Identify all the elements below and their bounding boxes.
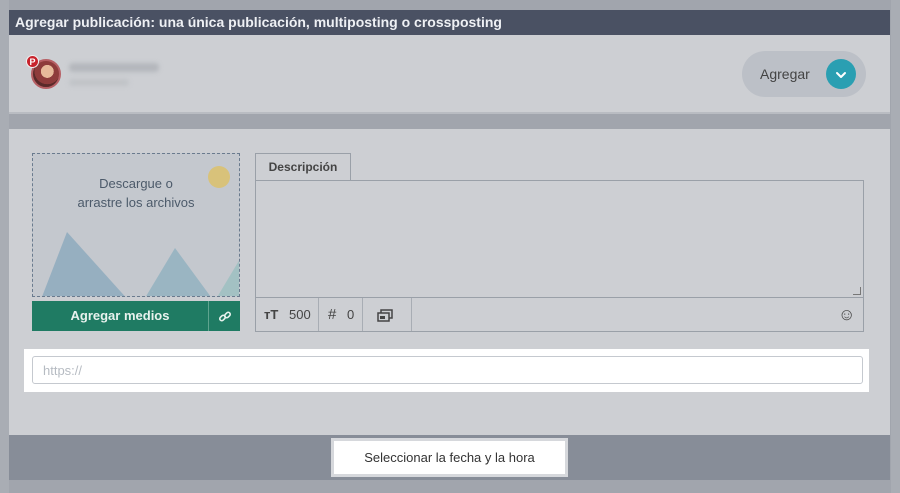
account-handle xyxy=(69,79,129,86)
char-count: 500 xyxy=(289,307,311,322)
dropzone-text: Descargue o arrastre los archivos xyxy=(33,174,239,212)
select-date-time-button[interactable]: Seleccionar la fecha y la hora xyxy=(334,441,565,474)
divider xyxy=(362,298,363,331)
emoji-icon[interactable]: ☺ xyxy=(838,298,855,331)
add-account-button[interactable]: Agregar xyxy=(742,51,866,97)
pinterest-icon: P xyxy=(26,55,39,68)
url-section xyxy=(24,349,869,392)
left-margin xyxy=(0,0,9,493)
date-button-wrapper: Seleccionar la fecha y la hora xyxy=(331,438,568,477)
description-textarea[interactable] xyxy=(255,180,864,298)
page-title: Agregar publicación: una única publicaci… xyxy=(9,10,890,35)
hashtag-count: 0 xyxy=(347,307,355,322)
media-dropzone[interactable]: Descargue o arrastre los archivos xyxy=(32,153,240,297)
chevron-down-icon[interactable] xyxy=(826,59,856,89)
resize-handle-icon[interactable] xyxy=(853,287,861,295)
divider xyxy=(318,298,319,331)
text-size-icon: ᴛT xyxy=(264,307,279,322)
right-margin xyxy=(891,0,900,493)
gallery-icon[interactable] xyxy=(377,298,393,331)
add-media-button[interactable]: Agregar medios xyxy=(32,301,208,331)
link-icon[interactable] xyxy=(208,301,240,331)
account-name xyxy=(69,63,159,72)
add-account-label: Agregar xyxy=(760,66,810,82)
description-toolbar: ᴛT 500 # 0 ☺ xyxy=(255,298,864,332)
url-input[interactable] xyxy=(32,356,863,384)
account-panel: P Agregar xyxy=(9,35,890,114)
tab-description[interactable]: Descripción xyxy=(255,153,351,181)
dropzone-line-2: arrastre los archivos xyxy=(77,195,195,210)
mountain-illustration xyxy=(103,248,239,296)
dropzone-line-1: Descargue o xyxy=(99,176,173,191)
divider xyxy=(411,298,412,331)
hashtag-icon[interactable]: # xyxy=(328,298,336,331)
